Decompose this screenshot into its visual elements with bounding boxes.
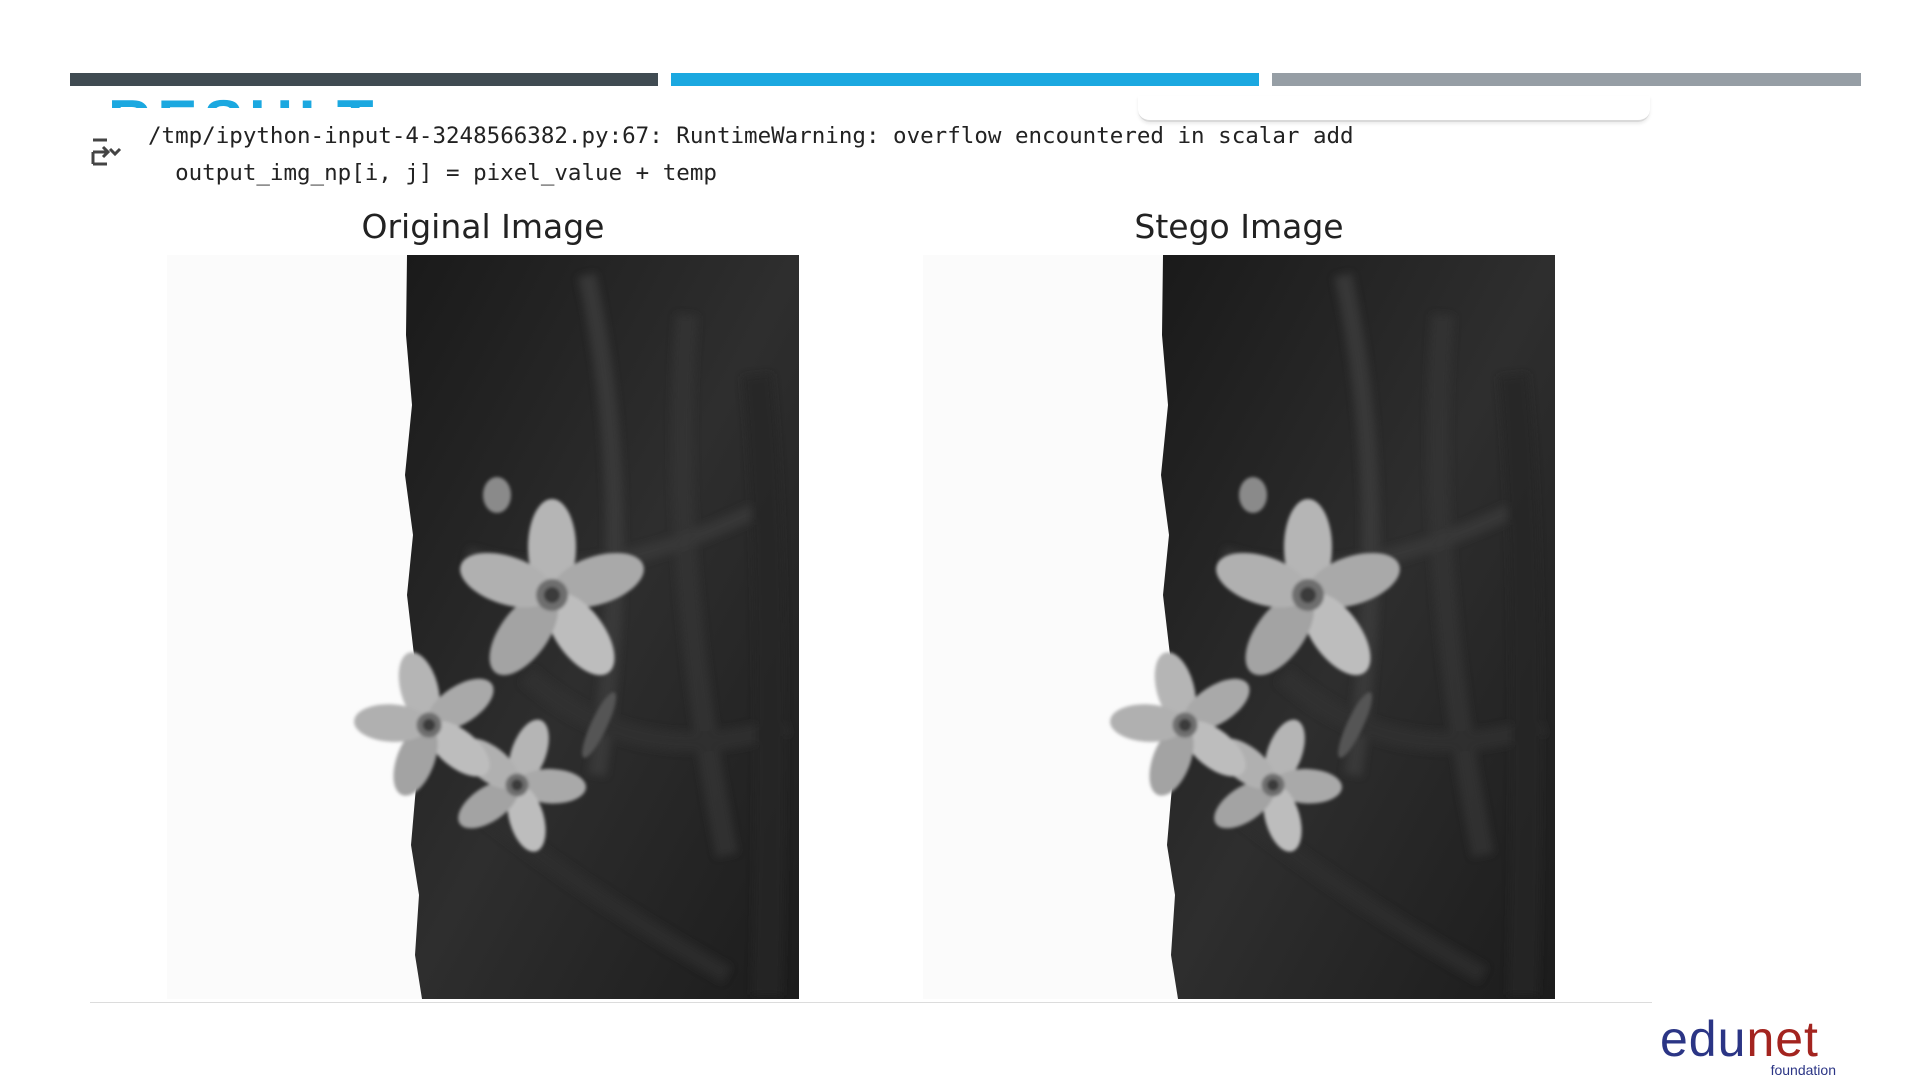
- cell-output: /tmp/ipython-input-4-3248566382.py:67: R…: [148, 118, 1354, 192]
- output-divider: [90, 1002, 1652, 1003]
- header-bar-dark: [70, 73, 658, 86]
- original-image: [167, 255, 799, 999]
- stego-image: [923, 255, 1555, 999]
- slide-heading-partial: RESULT: [108, 86, 428, 109]
- output-collapse-icon[interactable]: [90, 136, 124, 176]
- edunet-logo: edunet foundation: [1660, 1011, 1836, 1078]
- original-image-title: Original Image: [361, 207, 605, 246]
- output-line-code: output_img_np[i, j] = pixel_value + temp: [148, 160, 717, 186]
- stego-image-title: Stego Image: [1134, 207, 1344, 246]
- stego-image-panel: Stego Image: [923, 205, 1555, 999]
- header-bar-blue: [671, 73, 1259, 86]
- output-line-warning: /tmp/ipython-input-4-3248566382.py:67: R…: [148, 123, 1354, 149]
- original-image-panel: Original Image: [167, 205, 799, 999]
- header-bar-grey: [1272, 73, 1861, 86]
